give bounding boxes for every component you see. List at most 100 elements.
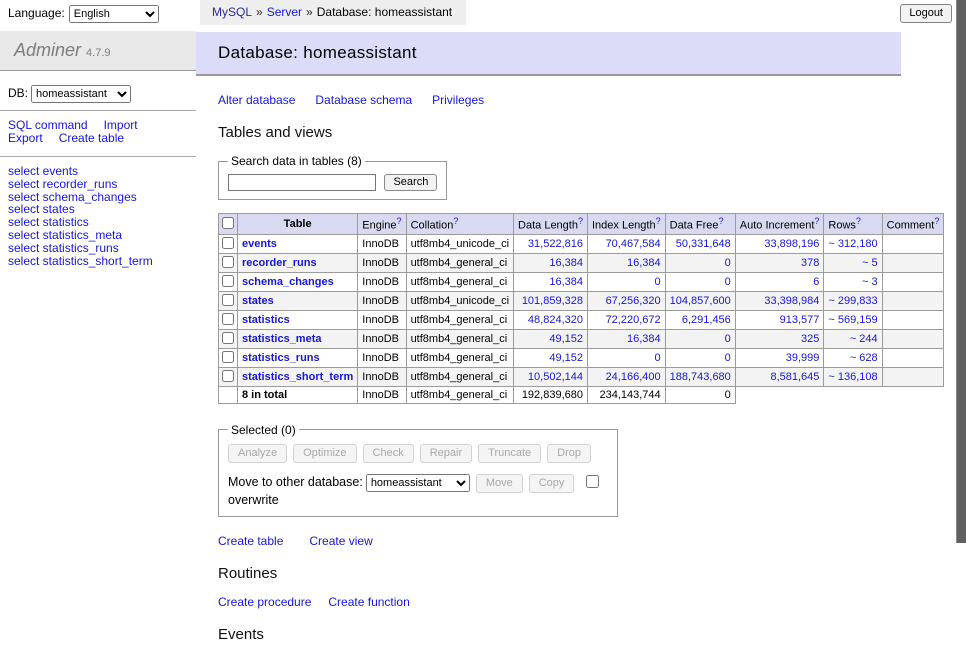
row-checkbox[interactable]	[222, 237, 234, 249]
sidebar-item-select-statistics_meta[interactable]: select statistics_meta	[8, 229, 188, 242]
data-length-link[interactable]: 101,859,328	[522, 295, 583, 307]
table-link-statistics_short_term[interactable]: statistics_short_term	[242, 371, 353, 383]
data-length-link[interactable]: 49,152	[549, 352, 583, 364]
column-help-link[interactable]: ?	[814, 216, 819, 226]
rows-link[interactable]: ~ 628	[850, 352, 878, 364]
app-logo-link[interactable]: Adminer	[14, 40, 81, 60]
create-table-link[interactable]: Create table	[218, 534, 283, 548]
column-help-link[interactable]: ?	[578, 216, 583, 226]
data-free-link[interactable]: 0	[725, 257, 731, 269]
rows-link[interactable]: ~ 312,180	[828, 238, 877, 250]
rows-link[interactable]: ~ 299,833	[828, 295, 877, 307]
data-free-link[interactable]: 0	[725, 333, 731, 345]
rows-link[interactable]: ~ 3	[862, 276, 878, 288]
optimize-button[interactable]: Optimize	[293, 444, 356, 463]
sidebar-link-create-table[interactable]: Create table	[59, 131, 124, 145]
table-link-events[interactable]: events	[242, 238, 277, 250]
create-procedure-link[interactable]: Create procedure	[218, 595, 311, 609]
move-db-select[interactable]: homeassistant	[366, 474, 470, 492]
auto-increment-link[interactable]: 378	[801, 257, 819, 269]
column-help-link[interactable]: ?	[453, 216, 458, 226]
data-length-link[interactable]: 10,502,144	[528, 371, 583, 383]
column-help-link[interactable]: ?	[719, 216, 724, 226]
rows-link[interactable]: ~ 569,159	[828, 314, 877, 326]
auto-increment-link[interactable]: 8,581,645	[770, 371, 819, 383]
auto-increment-link[interactable]: 33,898,196	[764, 238, 819, 250]
column-help-link[interactable]: ?	[856, 216, 861, 226]
select-all-checkbox[interactable]	[222, 217, 234, 229]
data-length-link[interactable]: 48,824,320	[528, 314, 583, 326]
data-length-link[interactable]: 16,384	[549, 276, 583, 288]
index-length-link[interactable]: 70,467,584	[606, 238, 661, 250]
table-link-statistics_meta[interactable]: statistics_meta	[242, 333, 322, 345]
row-checkbox[interactable]	[222, 256, 234, 268]
sidebar-item-select-events[interactable]: select events	[8, 165, 188, 178]
table-link-schema_changes[interactable]: schema_changes	[242, 276, 334, 288]
data-free-link[interactable]: 188,743,680	[670, 371, 731, 383]
sidebar-item-select-recorder_runs[interactable]: select recorder_runs	[8, 178, 188, 191]
sidebar-item-select-statistics_runs[interactable]: select statistics_runs	[8, 242, 188, 255]
auto-increment-link[interactable]: 39,999	[786, 352, 820, 364]
column-help-link[interactable]: ?	[934, 216, 939, 226]
index-length-link[interactable]: 0	[655, 276, 661, 288]
row-checkbox[interactable]	[222, 351, 234, 363]
data-free-link[interactable]: 0	[725, 352, 731, 364]
rows-link[interactable]: ~ 5	[862, 257, 878, 269]
vertical-scrollbar[interactable]	[956, 0, 966, 543]
sidebar-item-select-statistics_short_term[interactable]: select statistics_short_term	[8, 255, 188, 268]
check-button[interactable]: Check	[363, 444, 414, 463]
search-button[interactable]: Search	[384, 174, 437, 191]
index-length-link[interactable]: 24,166,400	[606, 371, 661, 383]
index-length-link[interactable]: 67,256,320	[606, 295, 661, 307]
drop-button[interactable]: Drop	[547, 444, 591, 463]
language-select[interactable]: English	[69, 5, 159, 23]
data-free-link[interactable]: 104,857,600	[670, 295, 731, 307]
breadcrumb-link-server[interactable]: Server	[267, 5, 302, 19]
auto-increment-link[interactable]: 913,577	[780, 314, 820, 326]
sidebar-link-sql-command[interactable]: SQL command	[8, 118, 88, 132]
search-input[interactable]	[228, 174, 376, 191]
logout-button[interactable]: Logout	[900, 4, 952, 23]
rows-link[interactable]: ~ 244	[850, 333, 878, 345]
data-length-link[interactable]: 16,384	[549, 257, 583, 269]
index-length-link[interactable]: 0	[655, 352, 661, 364]
index-length-link[interactable]: 16,384	[627, 333, 661, 345]
copy-button[interactable]: Copy	[529, 474, 575, 493]
row-checkbox[interactable]	[222, 332, 234, 344]
auto-increment-link[interactable]: 325	[801, 333, 819, 345]
db-select[interactable]: homeassistant	[31, 85, 131, 103]
index-length-link[interactable]: 72,220,672	[606, 314, 661, 326]
auto-increment-link[interactable]: 33,398,984	[764, 295, 819, 307]
data-free-link[interactable]: 6,291,456	[682, 314, 731, 326]
column-help-link[interactable]: ?	[397, 216, 402, 226]
data-length-link[interactable]: 49,152	[549, 333, 583, 345]
table-link-statistics[interactable]: statistics	[242, 314, 290, 326]
action-link-database-schema[interactable]: Database schema	[315, 93, 412, 107]
row-checkbox[interactable]	[222, 313, 234, 325]
sidebar-link-export[interactable]: Export	[8, 131, 43, 145]
breadcrumb-link-mysql[interactable]: MySQL	[212, 5, 252, 19]
data-free-link[interactable]: 0	[725, 276, 731, 288]
table-link-recorder_runs[interactable]: recorder_runs	[242, 257, 317, 269]
action-link-privileges[interactable]: Privileges	[432, 93, 484, 107]
row-checkbox[interactable]	[222, 275, 234, 287]
data-length-link[interactable]: 31,522,816	[528, 238, 583, 250]
action-link-alter-database[interactable]: Alter database	[218, 93, 295, 107]
app-version[interactable]: 4.7.9	[86, 47, 110, 59]
create-view-link[interactable]: Create view	[309, 534, 372, 548]
rows-link[interactable]: ~ 136,108	[828, 371, 877, 383]
create-function-link[interactable]: Create function	[328, 595, 409, 609]
auto-increment-link[interactable]: 6	[813, 276, 819, 288]
move-button[interactable]: Move	[476, 474, 523, 493]
index-length-link[interactable]: 16,384	[627, 257, 661, 269]
analyze-button[interactable]: Analyze	[228, 444, 287, 463]
table-link-states[interactable]: states	[242, 295, 274, 307]
overwrite-checkbox[interactable]	[586, 475, 599, 488]
row-checkbox[interactable]	[222, 370, 234, 382]
column-help-link[interactable]: ?	[656, 216, 661, 226]
repair-button[interactable]: Repair	[420, 444, 472, 463]
sidebar-link-import[interactable]: Import	[104, 118, 138, 132]
truncate-button[interactable]: Truncate	[478, 444, 541, 463]
table-link-statistics_runs[interactable]: statistics_runs	[242, 352, 320, 364]
row-checkbox[interactable]	[222, 294, 234, 306]
